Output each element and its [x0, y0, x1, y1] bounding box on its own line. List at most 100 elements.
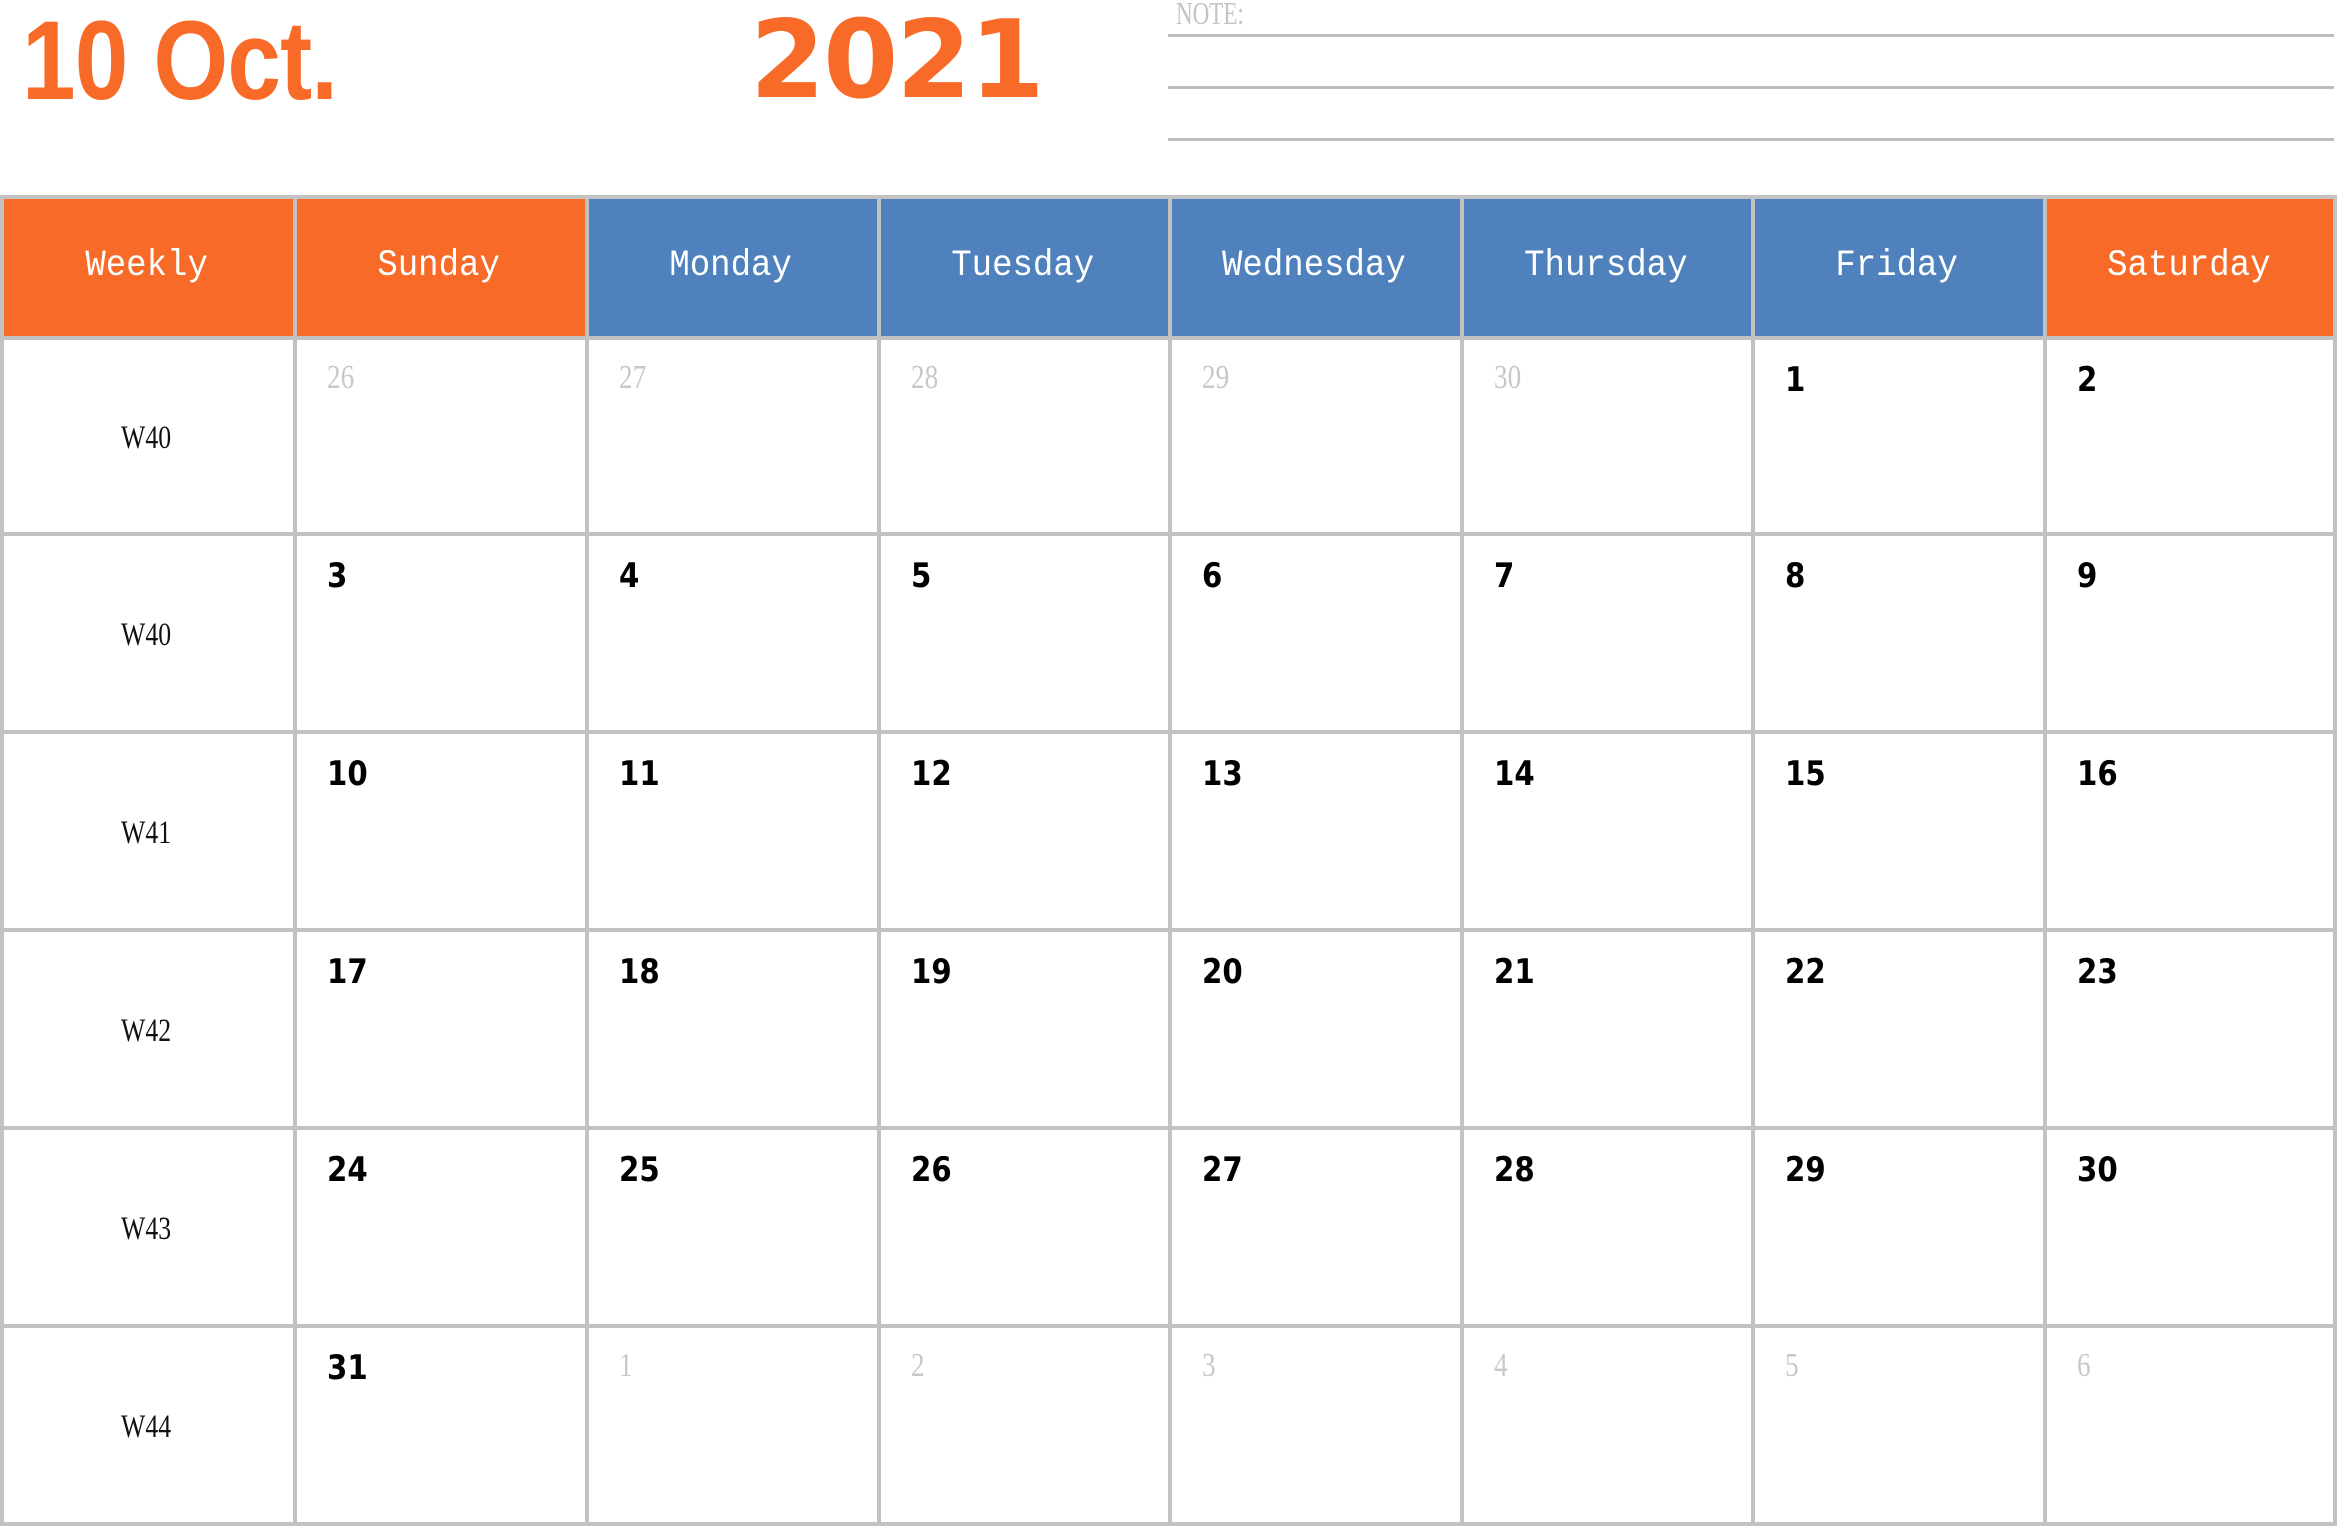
day-cell[interactable]: 30 [2047, 1130, 2335, 1324]
day-cell[interactable]: 14 [1464, 734, 1751, 928]
day-number: 15 [1785, 754, 1826, 794]
header-monday: Monday [585, 195, 877, 336]
note-line[interactable] [1168, 34, 2334, 37]
day-cell[interactable]: 5 [881, 536, 1168, 730]
day-cell[interactable]: 3 [297, 536, 585, 730]
header-label: Tuesday [950, 244, 1095, 287]
day-cell[interactable]: 15 [1755, 734, 2043, 928]
week-label-text: W42 [121, 1013, 172, 1049]
day-cell[interactable]: 29 [1172, 340, 1460, 532]
day-number: 30 [2077, 1150, 2118, 1190]
day-number: 13 [1202, 754, 1243, 794]
day-cell[interactable]: 13 [1172, 734, 1460, 928]
header-tuesday: Tuesday [877, 195, 1168, 336]
note-line[interactable] [1168, 86, 2334, 89]
day-cell[interactable]: 12 [881, 734, 1168, 928]
day-number: 17 [327, 952, 368, 992]
day-cell[interactable]: 21 [1464, 932, 1751, 1126]
day-number: 7 [1494, 556, 1515, 596]
day-cell[interactable]: 31 [297, 1328, 585, 1522]
day-number: 9 [2077, 556, 2098, 596]
header-label: Friday [1835, 244, 1959, 287]
note-label: NOTE: [1176, 0, 1244, 31]
day-number: 22 [1785, 952, 1826, 992]
week-number: W43 [0, 1211, 293, 1248]
day-number: 28 [1494, 1150, 1535, 1190]
other-month-day-number: 29 [1202, 359, 1230, 396]
day-number: 11 [619, 754, 660, 794]
day-number: 21 [1494, 952, 1535, 992]
calendar-grid: Weekly Sunday Monday Tuesday Wednesday Thursd… [0, 195, 2337, 1526]
week-number: W40 [0, 617, 293, 654]
day-cell[interactable]: 28 [1464, 1130, 1751, 1324]
day-cell[interactable]: 6 [1172, 536, 1460, 730]
other-month-day-number: 1 [619, 1347, 633, 1384]
day-cell[interactable]: 16 [2047, 734, 2335, 928]
grid-hline [0, 1126, 2337, 1130]
grid-hline [0, 928, 2337, 932]
day-cell[interactable]: 17 [297, 932, 585, 1126]
week-number: W40 [0, 420, 293, 457]
grid-hline [0, 195, 2337, 199]
day-cell[interactable]: 11 [589, 734, 877, 928]
week-label-text: W43 [121, 1211, 172, 1247]
day-cell[interactable]: 28 [881, 340, 1168, 532]
day-cell[interactable]: 30 [1464, 340, 1751, 532]
day-number: 1 [1785, 360, 1806, 400]
day-number: 2 [2077, 360, 2098, 400]
other-month-day-number: 4 [1494, 1347, 1508, 1384]
day-cell[interactable]: 7 [1464, 536, 1751, 730]
day-number: 10 [327, 754, 368, 794]
day-cell[interactable]: 2 [2047, 340, 2335, 532]
day-cell[interactable]: 29 [1755, 1130, 2043, 1324]
year-title: 2021 [750, 0, 1045, 123]
week-number: W42 [0, 1013, 293, 1050]
day-cell[interactable]: 4 [1464, 1328, 1751, 1522]
grid-hline [0, 1522, 2337, 1526]
day-number: 6 [1202, 556, 1223, 596]
day-cell[interactable]: 20 [1172, 932, 1460, 1126]
other-month-day-number: 27 [619, 359, 647, 396]
day-cell[interactable]: 27 [1172, 1130, 1460, 1324]
day-cell[interactable]: 18 [589, 932, 877, 1126]
day-cell[interactable]: 4 [589, 536, 877, 730]
header-label: Wednesday [1222, 244, 1406, 287]
day-number: 18 [619, 952, 660, 992]
week-label-text: W44 [121, 1409, 172, 1445]
day-cell[interactable]: 27 [589, 340, 877, 532]
day-number: 3 [327, 556, 348, 596]
header-friday: Friday [1751, 195, 2043, 336]
day-cell[interactable]: 24 [297, 1130, 585, 1324]
header-saturday: Saturday [2043, 195, 2335, 336]
day-cell[interactable]: 19 [881, 932, 1168, 1126]
day-cell[interactable]: 1 [589, 1328, 877, 1522]
header-label: Weekly [85, 244, 208, 287]
day-cell[interactable]: 6 [2047, 1328, 2335, 1522]
day-number: 20 [1202, 952, 1243, 992]
day-number: 5 [911, 556, 932, 596]
day-cell[interactable]: 23 [2047, 932, 2335, 1126]
week-number: W44 [0, 1409, 293, 1446]
day-cell[interactable]: 26 [881, 1130, 1168, 1324]
day-cell[interactable]: 25 [589, 1130, 877, 1324]
grid-hline [0, 1324, 2337, 1328]
header-label: Monday [669, 244, 793, 287]
month-title: 10 Oct. [22, 0, 338, 123]
day-cell[interactable]: 2 [881, 1328, 1168, 1522]
other-month-day-number: 5 [1785, 1347, 1799, 1384]
day-number: 19 [911, 952, 952, 992]
day-cell[interactable]: 3 [1172, 1328, 1460, 1522]
day-cell[interactable]: 5 [1755, 1328, 2043, 1522]
day-number: 25 [619, 1150, 660, 1190]
day-number: 26 [911, 1150, 952, 1190]
day-cell[interactable]: 22 [1755, 932, 2043, 1126]
day-cell[interactable]: 26 [297, 340, 585, 532]
day-number: 31 [327, 1348, 368, 1388]
day-cell[interactable]: 9 [2047, 536, 2335, 730]
day-cell[interactable]: 1 [1755, 340, 2043, 532]
note-line[interactable] [1168, 138, 2334, 141]
day-cell[interactable]: 8 [1755, 536, 2043, 730]
other-month-day-number: 3 [1202, 1347, 1216, 1384]
other-month-day-number: 28 [911, 359, 939, 396]
day-cell[interactable]: 10 [297, 734, 585, 928]
